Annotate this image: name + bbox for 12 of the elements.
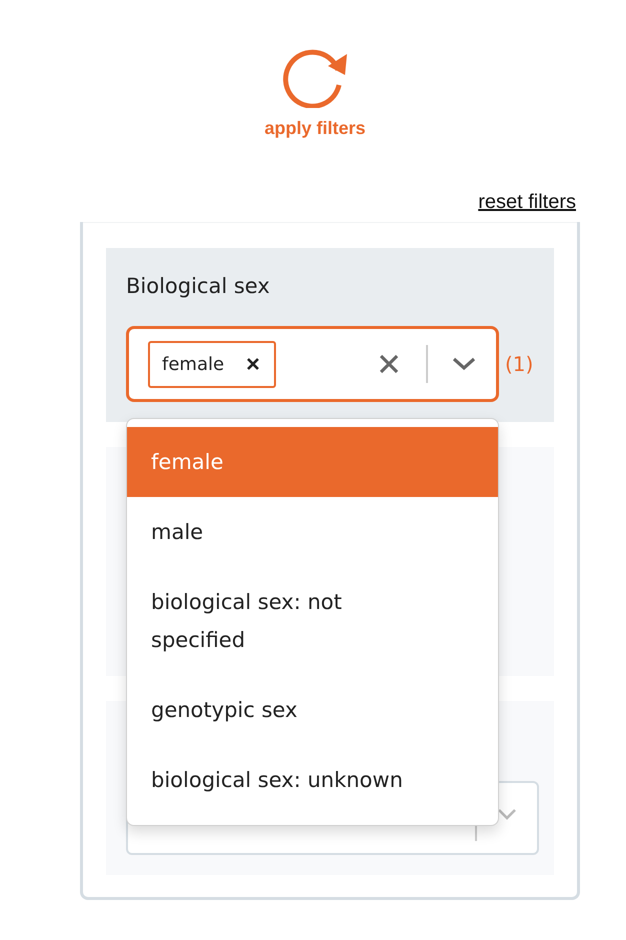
filter-label: Biological sex (126, 274, 271, 300)
reset-filters-link[interactable]: reset filters (478, 191, 576, 214)
chevron-down-icon[interactable] (452, 357, 476, 371)
dropdown-option[interactable]: biological sex: unknown (127, 745, 498, 815)
remove-icon[interactable] (246, 357, 260, 371)
multi-select-field[interactable]: female (126, 326, 499, 402)
clear-icon[interactable] (378, 353, 400, 375)
selection-count: (1) (505, 352, 534, 376)
dropdown-option[interactable]: biological sex: not specified (127, 567, 498, 675)
dropdown-option[interactable]: genotypic sex (127, 675, 498, 745)
dropdown-option[interactable]: male (127, 497, 498, 567)
tag-label: female (162, 354, 224, 374)
